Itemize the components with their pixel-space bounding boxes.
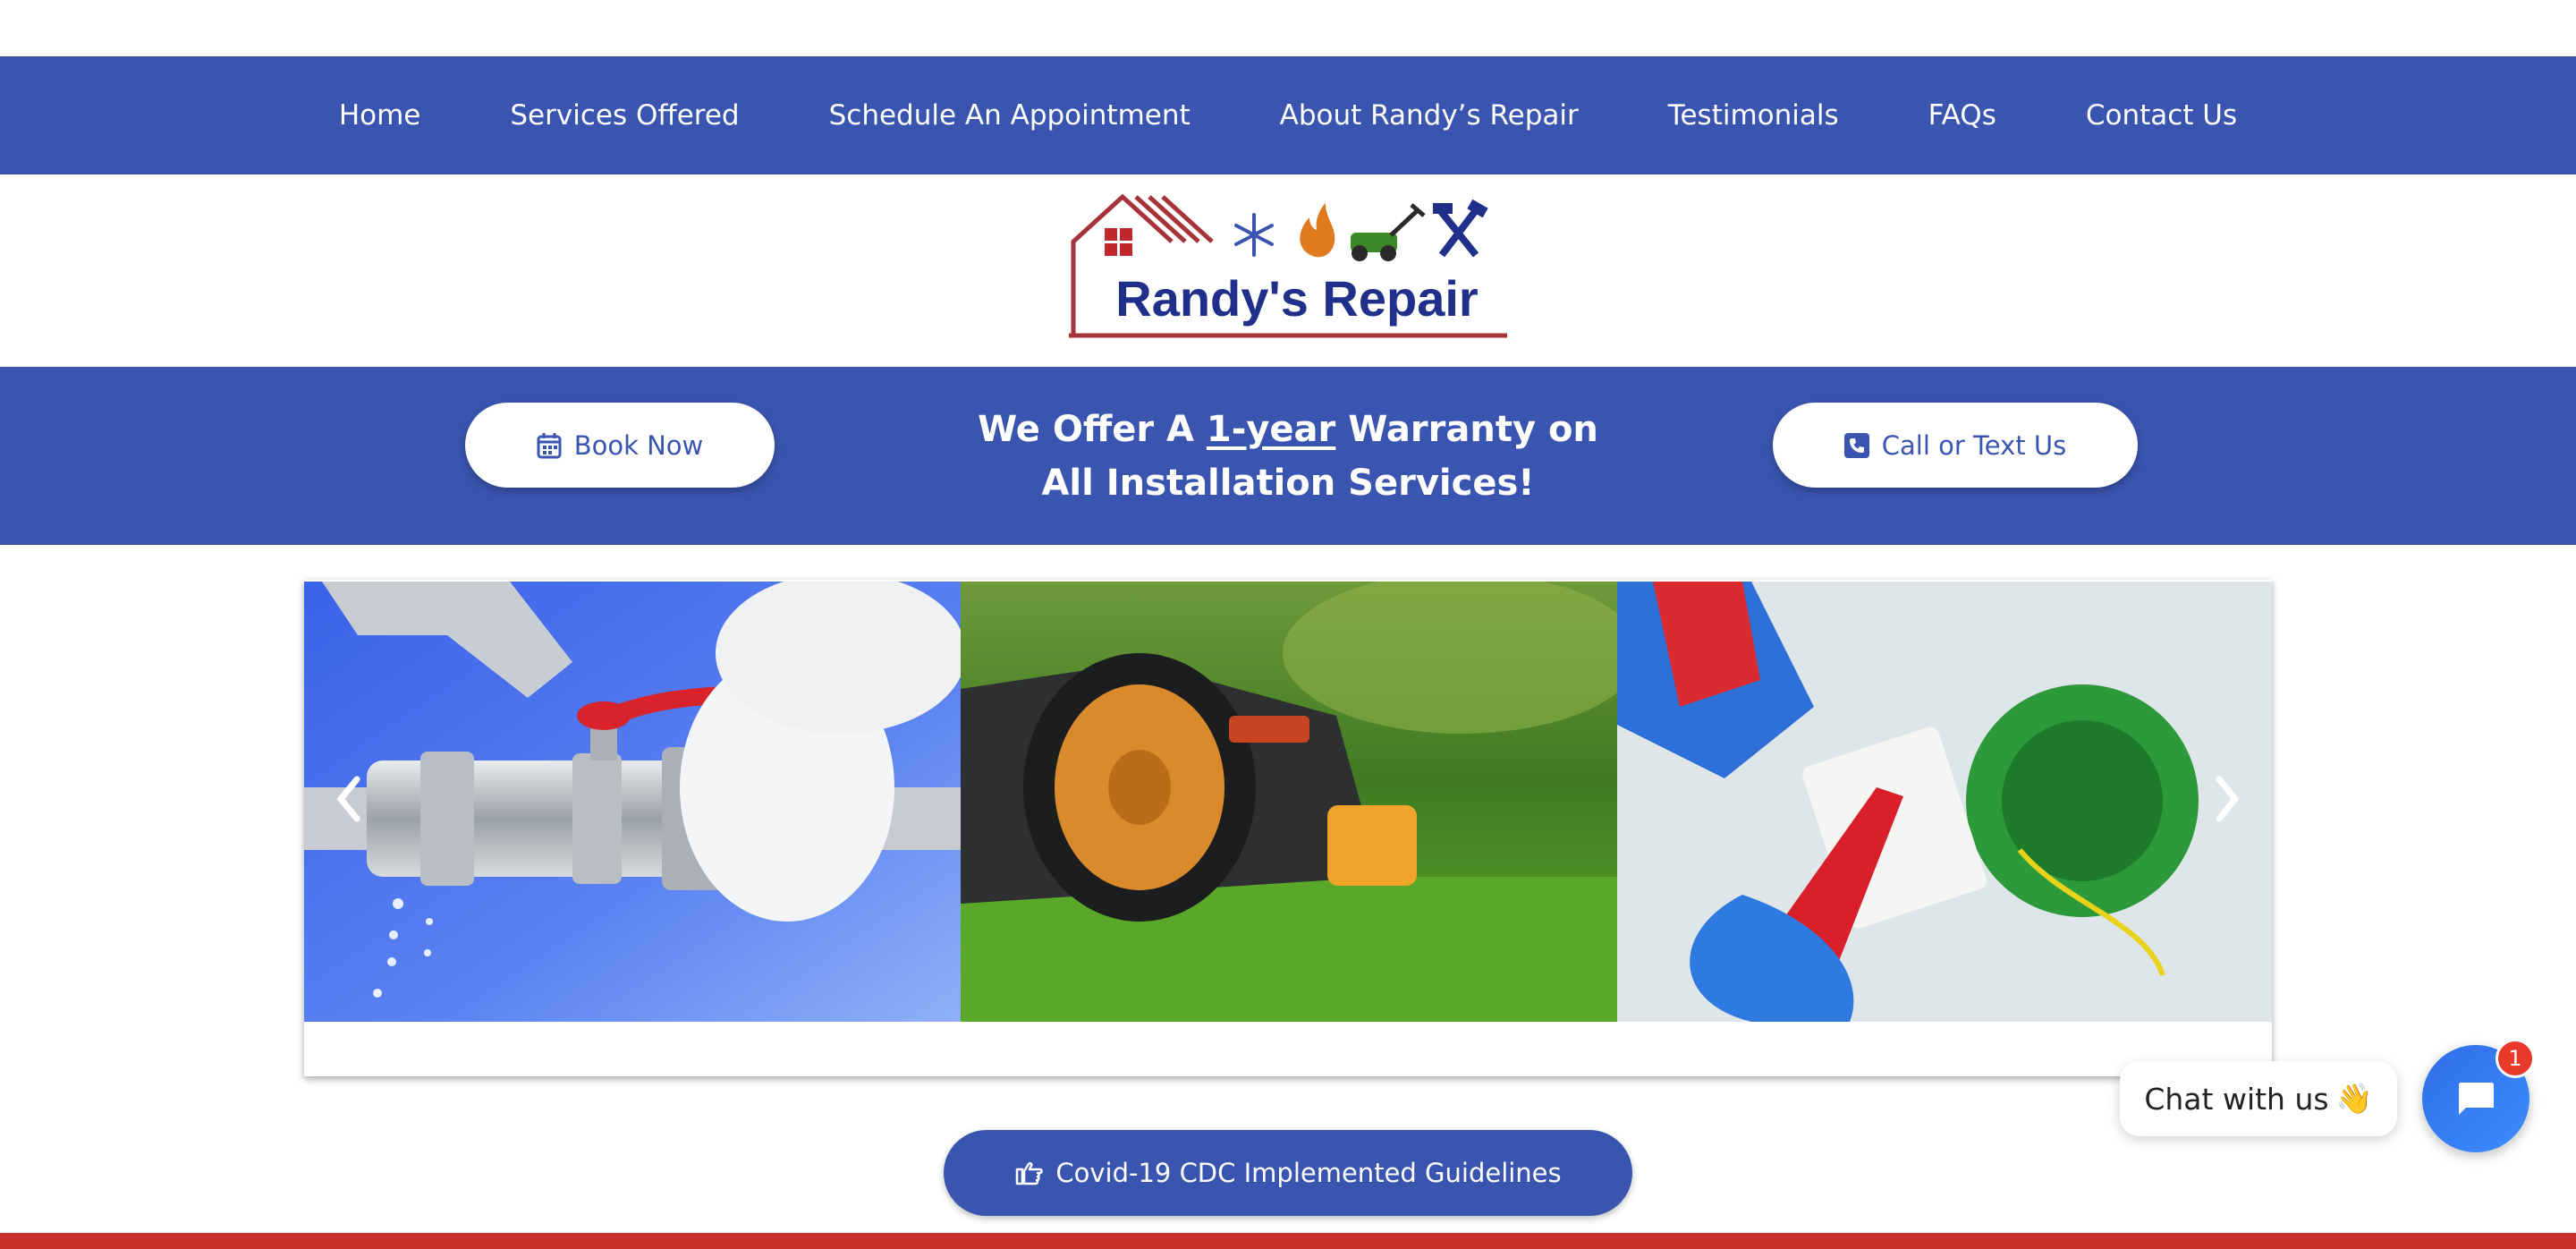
book-now-label: Book Now [573,429,704,461]
lawn-mower-icon [1351,203,1426,261]
chevron-right-icon [2216,776,2240,822]
chat-prompt-text: Chat with us [2144,1081,2329,1117]
snowflake-icon [1234,213,1274,257]
chat-prompt-bubble[interactable]: Chat with us 👋 [2120,1061,2397,1136]
nav-item-schedule-appointment[interactable]: Schedule An Appointment [784,56,1235,174]
logo-area: Randy's Repair [0,174,2576,367]
carousel-next-button[interactable] [2200,763,2254,835]
warranty-headline: We Offer A 1-year Warranty on All Instal… [930,403,1646,510]
nav-item-about[interactable]: About Randy’s Repair [1235,56,1623,174]
nav-item-home[interactable]: Home [294,56,466,174]
carousel-prev-button[interactable] [322,763,376,835]
nav-item-testimonials[interactable]: Testimonials [1623,56,1884,174]
phone-icon [1843,432,1869,458]
logo-text: Randy's Repair [1115,270,1478,327]
carousel-slide-electrical [1617,582,2272,1022]
carousel-slide-lawn-mower [961,582,1617,1022]
chat-unread-badge: 1 [2496,1039,2535,1078]
nav-item-services-offered[interactable]: Services Offered [465,56,784,174]
tools-icon [1433,199,1488,258]
covid-guidelines-button[interactable]: Covid-19 CDC Implemented Guidelines [944,1130,1632,1216]
nav-item-contact-us[interactable]: Contact Us [2041,56,2282,174]
book-now-button[interactable]: Book Now [465,403,775,488]
electrical-image [1617,582,2272,1022]
chat-icon [2459,1083,2494,1115]
site-logo[interactable]: Randy's Repair [1055,192,1521,349]
covid-guidelines-label: Covid-19 CDC Implemented Guidelines [1055,1158,1562,1188]
calendar-icon [537,432,562,458]
plumbing-image [304,582,961,1022]
call-or-text-button[interactable]: Call or Text Us [1773,403,2138,488]
image-carousel [304,580,2272,1076]
footer-accent-strip [0,1233,2576,1249]
hand-pointing-icon [1016,1161,1044,1185]
carousel-slide-plumbing [304,582,961,1022]
flame-icon [1300,203,1335,258]
warranty-line2: All Installation Services! [1041,463,1535,504]
nav-item-faqs[interactable]: FAQs [1884,56,2041,174]
warranty-pre: We Offer A [978,409,1207,450]
promo-banner: Book Now We Offer A 1-year Warranty on A… [0,367,2576,545]
call-or-text-label: Call or Text Us [1881,429,2067,461]
chevron-left-icon [336,776,360,822]
warranty-post: Warranty on [1335,409,1598,450]
warranty-term: 1-year [1206,409,1336,450]
lawn-mower-image [961,582,1617,1022]
wave-emoji: 👋 [2335,1081,2373,1116]
main-nav: Home Services Offered Schedule An Appoin… [0,56,2576,174]
